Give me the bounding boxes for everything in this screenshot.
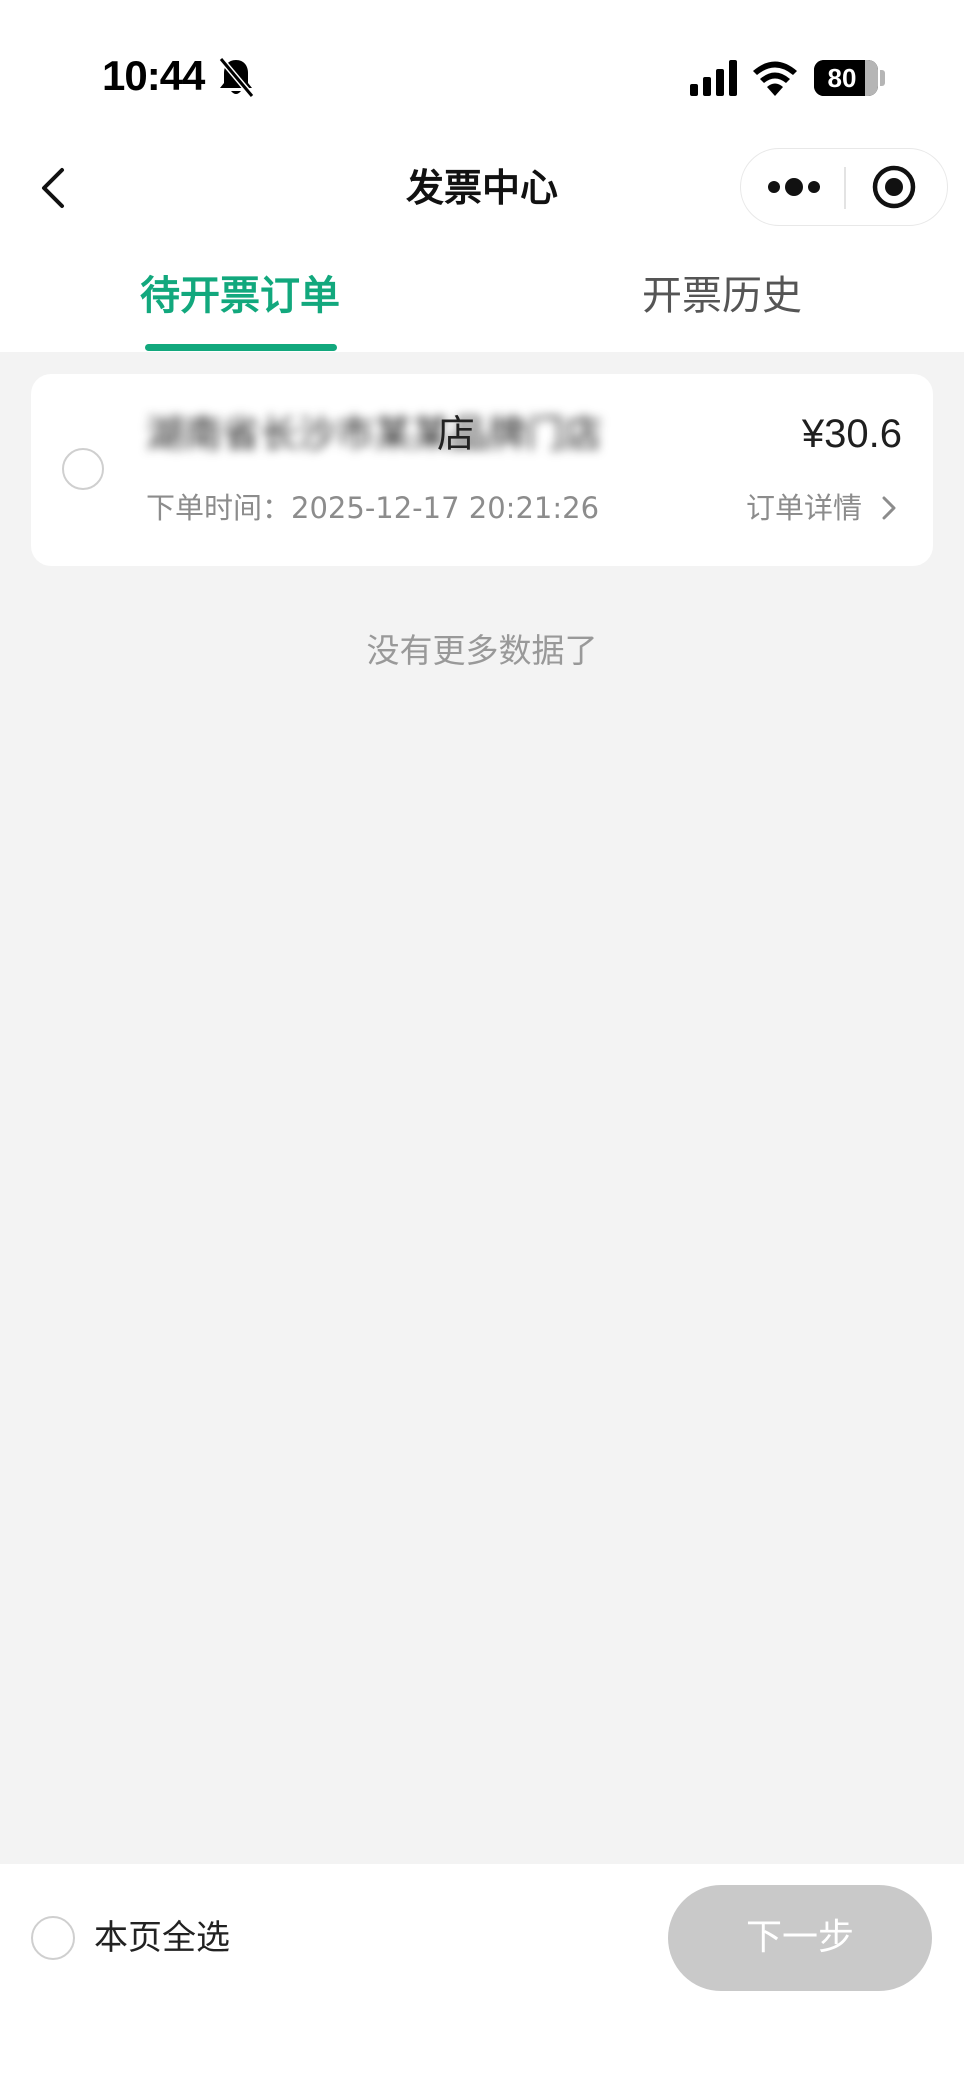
more-dots-icon[interactable] (741, 149, 844, 225)
next-step-button[interactable]: 下一步 (668, 1885, 932, 1991)
tab-active-indicator (145, 344, 337, 351)
battery-level: 80 (827, 63, 857, 93)
battery-tip (880, 70, 885, 86)
select-all-label[interactable]: 本页全选 (94, 1910, 230, 1966)
select-all-checkbox[interactable] (31, 1916, 75, 1960)
order-select-checkbox[interactable] (62, 448, 104, 490)
shop-name-suffix: 店 (437, 412, 476, 456)
chevron-right-icon (882, 496, 896, 520)
bell-off-icon (218, 57, 255, 98)
order-detail-label: 订单详情 (745, 491, 862, 525)
bottom-action-bar: 本页全选 下一步 (0, 1864, 964, 2095)
order-amount: ¥30.6 (801, 412, 902, 456)
order-time: 下单时间：2025-12-17 20:21:26 (146, 488, 599, 528)
miniapp-capsule (740, 148, 948, 226)
order-card[interactable]: 湖南省长沙市某某品牌门店 店 ¥30.6 下单时间：2025-12-17 20:… (31, 374, 933, 566)
status-bar: 10:44 80 (0, 0, 964, 150)
order-time-value: 2025-12-17 20:21:26 (291, 491, 600, 525)
tab-pending-orders[interactable]: 待开票订单 (120, 268, 360, 324)
order-detail-link[interactable]: 订单详情 (746, 488, 902, 528)
battery-indicator: 80 (814, 60, 878, 96)
target-circle-icon[interactable] (846, 149, 946, 225)
status-time: 10:44 (102, 52, 205, 99)
signal-icon (690, 60, 737, 96)
wifi-icon (753, 61, 797, 96)
order-time-label: 下单时间： (146, 491, 292, 525)
shop-name-blurred: 湖南省长沙市某某品牌门店 (146, 406, 602, 462)
tab-invoice-history[interactable]: 开票历史 (602, 268, 842, 324)
list-end-text: 没有更多数据了 (366, 631, 598, 670)
header-area: 10:44 80 发票中心 待开票订单 开票历史 (0, 0, 964, 352)
shop-name: 湖南省长沙市某某品牌门店 (146, 412, 603, 456)
